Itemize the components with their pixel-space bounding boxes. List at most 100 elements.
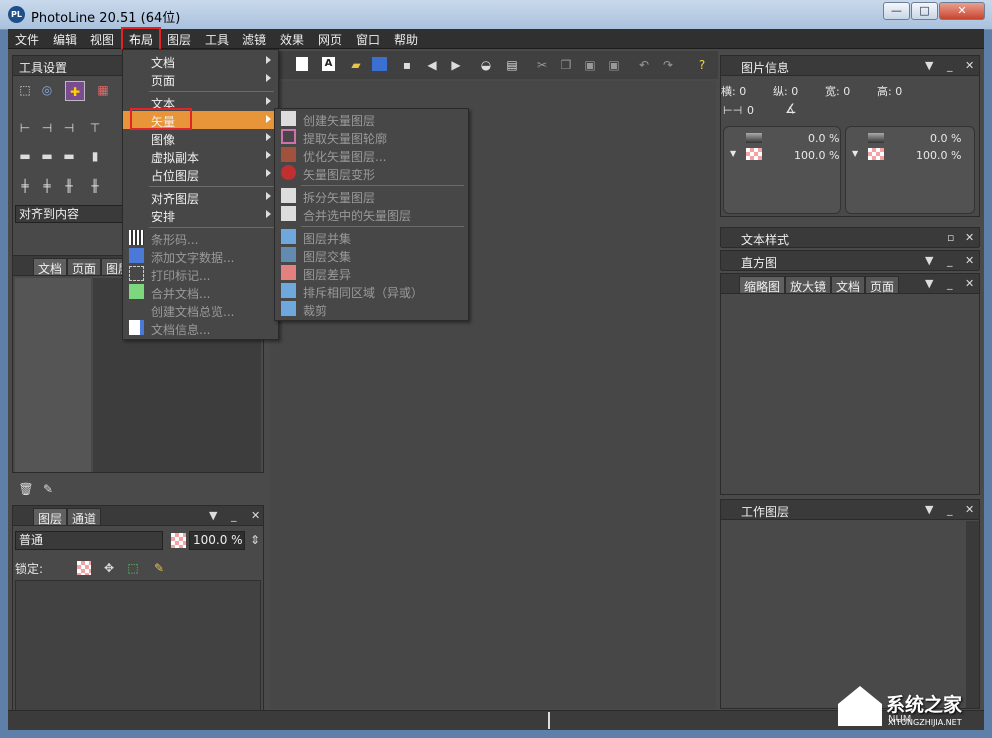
menu-item-image[interactable]: 图像 [123, 129, 278, 147]
open-folder-icon[interactable]: ▰ [348, 57, 364, 73]
tab-magnifier[interactable]: 放大镜 [785, 276, 832, 294]
work-layer-menu-icon[interactable]: ▼ [925, 503, 933, 516]
select-tool-icon[interactable]: ⬚ [17, 82, 33, 98]
brush-icon[interactable]: ✎ [40, 481, 56, 497]
submenu-create-vector-layer[interactable]: 创建矢量图层 [275, 110, 468, 128]
trash-icon[interactable]: 🗑 [18, 481, 34, 497]
submenu-transform-vector[interactable]: 矢量图层变形 [275, 164, 468, 182]
histogram-menu-icon[interactable]: ▼ [925, 254, 933, 267]
submenu-extract-outline[interactable]: 提取矢量图轮廓 [275, 128, 468, 146]
menu-item-barcode[interactable]: 条形码... [123, 229, 278, 247]
submenu-crop[interactable]: 裁剪 [275, 300, 468, 318]
save-icon[interactable]: ▪ [399, 57, 415, 73]
blend-mode-select[interactable]: 普通 [15, 531, 163, 550]
spacing-2-icon[interactable]: ╪ [39, 178, 55, 194]
work-layer-close-icon[interactable]: ✕ [965, 503, 974, 516]
align-right-icon[interactable]: ⊣ [61, 120, 77, 136]
submenu-layer-xor[interactable]: 排斥相同区域（异或） [275, 282, 468, 300]
menu-item-align-layers[interactable]: 对齐图层 [123, 188, 278, 206]
paste-new-icon[interactable]: ▣ [606, 57, 622, 73]
print-icon[interactable]: ▤ [504, 57, 520, 73]
color-tool-icon[interactable]: ▦ [95, 82, 111, 98]
target-tool-icon[interactable]: ◎ [39, 82, 55, 98]
lock-move-icon[interactable]: ✥ [101, 560, 117, 576]
menu-item-placeholder-layer[interactable]: 占位图层 [123, 165, 278, 183]
lock-crop-icon[interactable]: ⬚ [125, 560, 141, 576]
submenu-layer-union[interactable]: 图层并集 [275, 228, 468, 246]
copy-icon[interactable]: ❐ [558, 57, 574, 73]
submenu-layer-difference[interactable]: 图层差异 [275, 264, 468, 282]
menu-item-page[interactable]: 页面 [123, 70, 278, 88]
color1-dropdown-icon[interactable]: ▼ [730, 149, 736, 158]
paste-icon[interactable]: ▣ [582, 57, 598, 73]
menu-effects[interactable]: 效果 [280, 31, 304, 48]
tab-layers[interactable]: 图层 [33, 508, 68, 526]
new-doc-icon[interactable] [296, 57, 308, 71]
dist-2-icon[interactable]: ▬ [39, 148, 55, 164]
menu-file[interactable]: 文件 [15, 31, 39, 48]
menu-item-doc-overview[interactable]: 创建文档总览... [123, 301, 278, 319]
cut-icon[interactable]: ✂ [534, 57, 550, 73]
help-cursor-icon[interactable]: ? [694, 57, 710, 73]
menu-item-arrange[interactable]: 安排 [123, 206, 278, 224]
color2-dropdown-icon[interactable]: ▼ [852, 149, 858, 158]
opacity-field[interactable]: 100.0 % [189, 531, 245, 550]
tab-page[interactable]: 页面 [67, 258, 102, 276]
info-minimize-icon[interactable]: _ [947, 59, 953, 72]
menu-window[interactable]: 窗口 [356, 31, 380, 48]
thumb-menu-icon[interactable]: ▼ [925, 277, 933, 290]
align-left-icon[interactable]: ⊢ [17, 120, 33, 136]
minimize-button[interactable]: — [883, 2, 910, 20]
spacing-3-icon[interactable]: ╫ [61, 178, 77, 194]
move-tool-icon[interactable]: ✚ [65, 81, 85, 101]
text-style-close-icon[interactable]: ✕ [965, 231, 974, 244]
lock-transparency-icon[interactable] [77, 561, 91, 575]
menu-view[interactable]: 视图 [90, 31, 114, 48]
panel-menu-icon[interactable]: ▼ [209, 509, 217, 522]
dist-4-icon[interactable]: ▮ [87, 148, 103, 164]
work-layer-scrollbar[interactable] [966, 521, 979, 708]
panel-close-icon[interactable]: ✕ [251, 509, 260, 522]
menu-item-merge-docs[interactable]: 合并文档... [123, 283, 278, 301]
histogram-close-icon[interactable]: ✕ [965, 254, 974, 267]
menu-web[interactable]: 网页 [318, 31, 342, 48]
menu-item-doc-info[interactable]: 文档信息... [123, 319, 278, 337]
maximize-button[interactable]: □ [911, 2, 938, 20]
menu-item-document[interactable]: 文档 [123, 52, 278, 70]
info-menu-icon[interactable]: ▼ [925, 59, 933, 72]
dist-3-icon[interactable]: ▬ [61, 148, 77, 164]
menu-tools[interactable]: 工具 [205, 31, 229, 48]
submenu-split-vector[interactable]: 拆分矢量图层 [275, 187, 468, 205]
back-icon[interactable]: ◀ [424, 57, 440, 73]
close-button[interactable]: ✕ [939, 2, 985, 20]
redo-icon[interactable]: ↷ [660, 57, 676, 73]
panel-minimize-icon[interactable]: _ [231, 509, 237, 522]
menu-item-virtual-copy[interactable]: 虚拟副本 [123, 147, 278, 165]
tab-thumb-page[interactable]: 页面 [865, 276, 900, 294]
tab-thumb-document[interactable]: 文档 [831, 276, 866, 294]
menu-layer[interactable]: 图层 [167, 31, 191, 48]
tab-thumbnail[interactable]: 缩略图 [739, 276, 786, 294]
menu-edit[interactable]: 编辑 [53, 31, 77, 48]
opacity-stepper[interactable]: ⇕ [247, 532, 263, 548]
tab-document[interactable]: 文档 [33, 258, 68, 276]
forward-icon[interactable]: ▶ [448, 57, 464, 73]
spacing-4-icon[interactable]: ╫ [87, 178, 103, 194]
submenu-optimize-vector[interactable]: 优化矢量图层... [275, 146, 468, 164]
undo-icon[interactable]: ↶ [636, 57, 652, 73]
menu-filter[interactable]: 滤镜 [242, 31, 266, 48]
scan-icon[interactable]: ◒ [478, 57, 494, 73]
tab-channels[interactable]: 通道 [67, 508, 102, 526]
lock-brush-icon[interactable]: ✎ [151, 560, 167, 576]
spacing-1-icon[interactable]: ╪ [17, 178, 33, 194]
text-doc-icon[interactable]: A [322, 57, 335, 71]
menu-item-print-marks[interactable]: 打印标记... [123, 265, 278, 283]
histogram-minimize-icon[interactable]: _ [947, 254, 953, 267]
align-top-icon[interactable]: ⊤ [87, 120, 103, 136]
submenu-merge-selected-vector[interactable]: 合并选中的矢量图层 [275, 205, 468, 223]
menu-help[interactable]: 帮助 [394, 31, 418, 48]
submenu-layer-intersect[interactable]: 图层交集 [275, 246, 468, 264]
menu-item-add-text-data[interactable]: 添加文字数据... [123, 247, 278, 265]
dist-1-icon[interactable]: ▬ [17, 148, 33, 164]
thumb-minimize-icon[interactable]: _ [947, 277, 953, 290]
